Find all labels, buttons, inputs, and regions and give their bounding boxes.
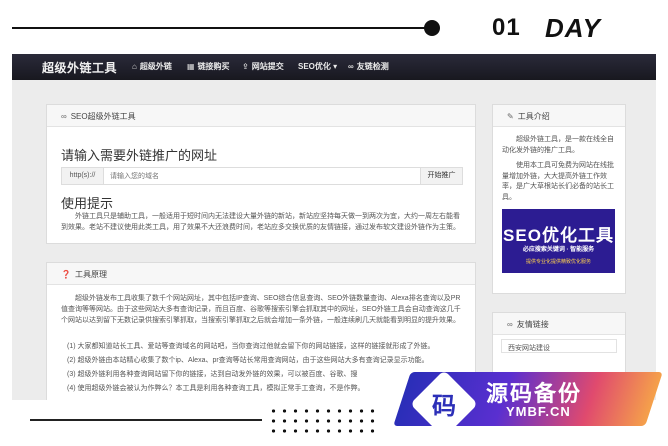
link-icon: ∞	[507, 320, 513, 329]
url-input[interactable]	[106, 168, 420, 184]
panel-title: 工具原理	[74, 270, 107, 279]
watermark-logo: 码 源码备份 YMBF.CN	[388, 362, 668, 444]
list-item: (1) 大家都知道站长工具、爱站等查询域名的网站吧，当你查询过他就会留下你的网站…	[67, 343, 435, 350]
main-tool-panel: ∞SEO超级外链工具 请输入需要外链推广的网址 http(s):// 开始推广 …	[46, 104, 476, 244]
panel-title: SEO超级外链工具	[70, 112, 136, 121]
watermark-badge-text: 码	[432, 393, 456, 420]
panel-title: 工具介绍	[517, 112, 550, 121]
sidebar-intro-panel: ✎ 工具介绍 超级外链工具，是一款在线全自动化发外链的推广工具。 使用本工具可免费…	[492, 104, 626, 294]
nav-label: 友链检测	[356, 62, 389, 71]
navbar: 超级外链工具 ⌂ 超级外链 ▦ 链接购买 ⇪ 网站提交 SEO优化 ▾ ∞ 友链检测	[12, 54, 656, 80]
nav-item-link-check[interactable]: ∞ 友链检测	[348, 61, 389, 72]
link-icon: ∞	[348, 62, 354, 71]
seo-promo-banner[interactable]: SEO优化工具 必应搜索关键词 · 智能服务 提供专业化提供精致优化服务	[502, 209, 615, 273]
principle-panel-header: ❓ 工具原理	[47, 263, 475, 285]
nav-label: SEO优化 ▾	[298, 62, 338, 71]
grid-icon: ▦	[187, 62, 195, 71]
tips-text: 外链工具只是辅助工具，一般适用于短时间内无法建设大量外链的新站，新站应坚持每天做…	[61, 213, 460, 231]
banner-day-word: DAY	[545, 13, 601, 43]
upload-icon: ⇪	[242, 62, 249, 71]
panel-title: 友情链接	[516, 320, 549, 329]
nav-item-super-links[interactable]: ⌂ 超级外链	[132, 61, 172, 72]
intro-paragraph-2: 使用本工具可免费为网站在线批量增加外链，大大提高外链工作效率，是广大草根站长们必…	[502, 162, 614, 201]
nav-item-buy-links[interactable]: ▦ 链接购买	[187, 61, 230, 72]
start-promote-button[interactable]: 开始推广	[420, 168, 462, 184]
nav-label: 超级外链	[139, 62, 172, 71]
bottom-line	[30, 419, 262, 421]
seo-banner-tagline: 提供专业化提供精致优化服务	[525, 259, 591, 265]
nav-label: 链接购买	[197, 62, 230, 71]
links-panel-header: ∞ 友情链接	[493, 313, 625, 335]
site-brand[interactable]: 超级外链工具	[42, 59, 117, 76]
banner-dot	[424, 20, 440, 36]
wrench-icon: ✎	[507, 112, 514, 121]
intro-panel-header: ✎ 工具介绍	[493, 105, 625, 127]
friend-link[interactable]: 西安网站建设	[501, 339, 617, 353]
url-input-group: http(s):// 开始推广	[61, 167, 463, 185]
principle-intro: 超级外链发布工具收集了数千个网站网址，其中包括IP查询、SEO综合信息查询、SE…	[61, 295, 461, 324]
page: 01 DAY 超级外链工具 ⌂ 超级外链 ▦ 链接购买 ⇪ 网站提交 SEO优化 ▾ …	[0, 0, 668, 446]
url-prefix: http(s)://	[62, 168, 104, 184]
tips-title: 使用提示	[61, 196, 114, 211]
intro-paragraph-1: 超级外链工具，是一款在线全自动化发外链的推广工具。	[502, 136, 614, 154]
dot-pattern	[268, 406, 380, 436]
banner-line	[12, 27, 430, 29]
banner-day-number: 01	[492, 14, 521, 41]
question-icon: ❓	[61, 270, 71, 279]
seo-banner-subtitle: 必应搜索关键词 · 智能服务	[522, 247, 595, 253]
watermark-domain: YMBF.CN	[506, 404, 571, 419]
main-panel-header: ∞ SEO超级外链工具	[47, 105, 475, 127]
nav-item-submit-site[interactable]: ⇪ 网站提交	[242, 61, 284, 72]
nav-item-seo-dropdown[interactable]: SEO优化 ▾	[298, 61, 337, 72]
seo-banner-title: SEO优化工具	[503, 226, 614, 245]
url-heading: 请输入需要外链推广的网址	[61, 148, 218, 163]
link-icon: ∞	[61, 112, 67, 121]
home-icon: ⌂	[132, 62, 137, 71]
website-screenshot: 超级外链工具 ⌂ 超级外链 ▦ 链接购买 ⇪ 网站提交 SEO优化 ▾ ∞ 友链检测 ∞…	[12, 54, 656, 400]
nav-label: 网站提交	[251, 62, 284, 71]
